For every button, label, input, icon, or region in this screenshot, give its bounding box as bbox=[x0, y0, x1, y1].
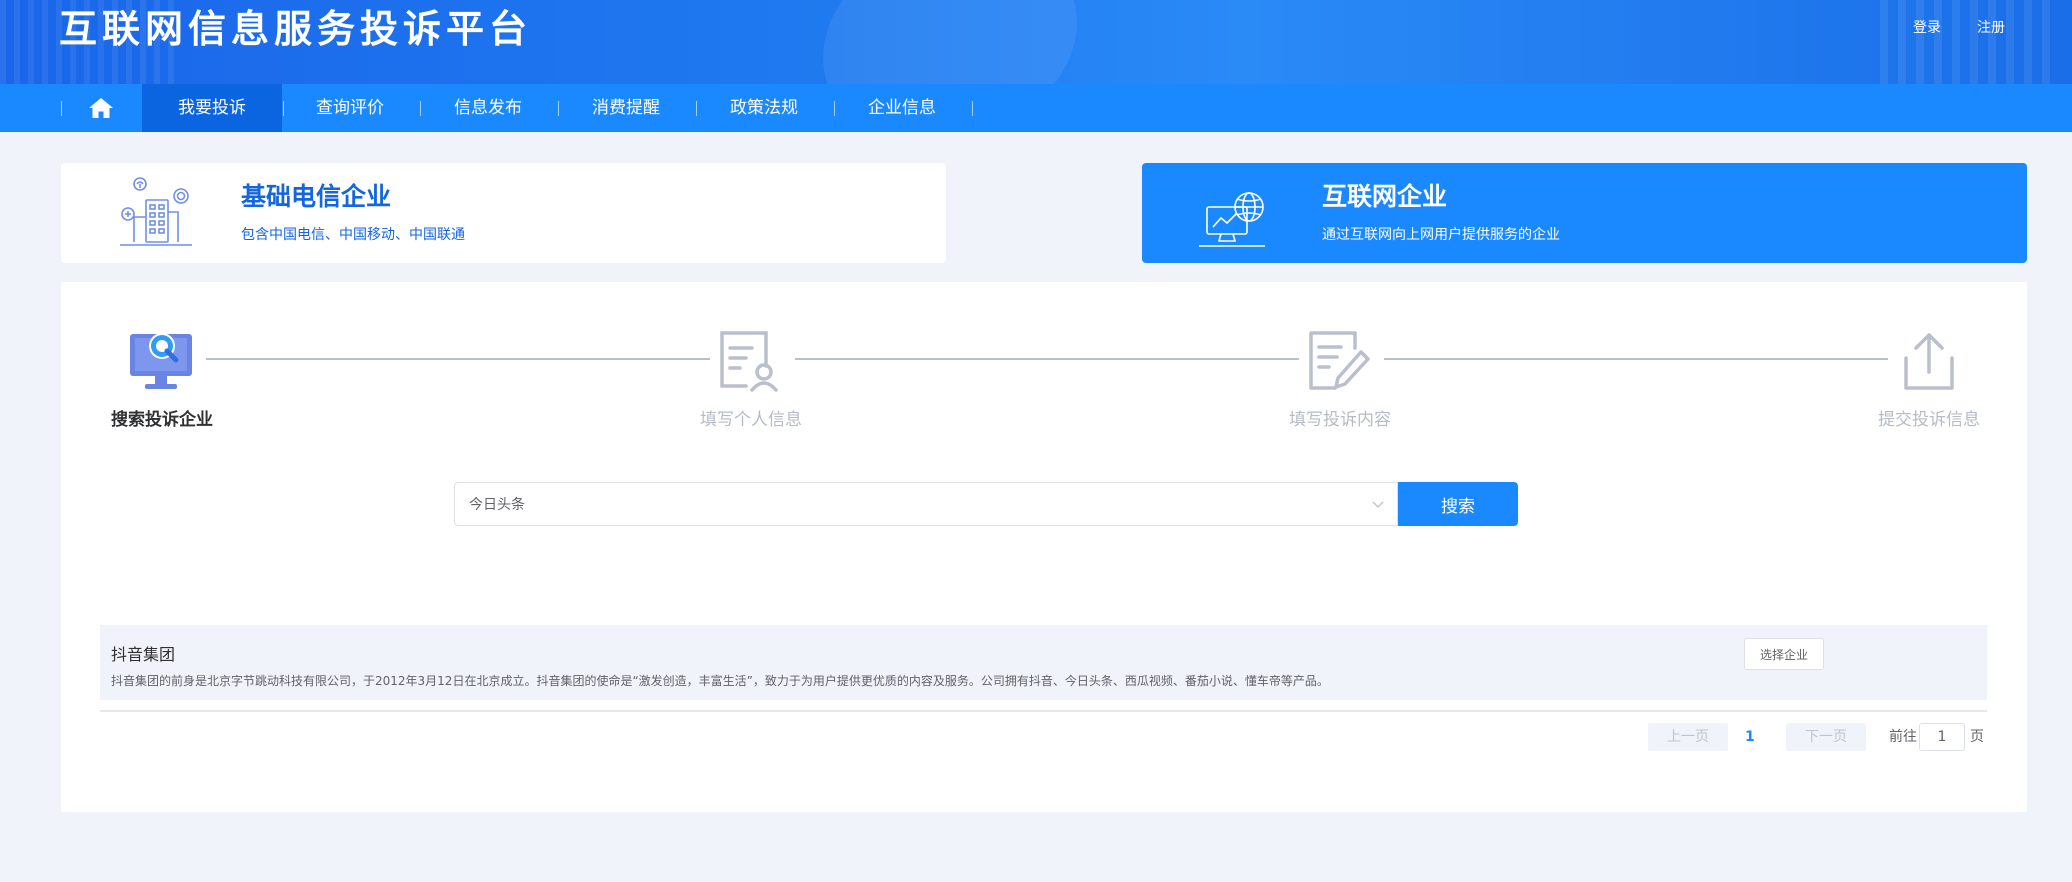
step-connector bbox=[1384, 358, 1888, 360]
current-page[interactable]: 1 bbox=[1745, 723, 1755, 751]
telecom-building-icon bbox=[120, 177, 192, 246]
step-label-personal: 填写个人信息 bbox=[700, 410, 802, 430]
step-label-content: 填写投诉内容 bbox=[1289, 410, 1391, 430]
banner-decoration bbox=[793, 0, 1107, 84]
divider bbox=[100, 710, 1987, 712]
category-card-internet[interactable]: 互联网企业 通过互联网向上网用户提供服务的企业 bbox=[1142, 163, 2027, 263]
nav-item-consumer-alert[interactable]: 消费提醒 bbox=[566, 84, 686, 132]
edit-document-icon bbox=[1309, 331, 1370, 390]
goto-suffix: 页 bbox=[1970, 729, 1984, 745]
nav-item-company-info[interactable]: 企业信息 bbox=[842, 84, 962, 132]
internet-monitor-globe-icon bbox=[1199, 192, 1265, 247]
result-company-name: 抖音集团 bbox=[111, 645, 176, 664]
nav-separator bbox=[283, 101, 284, 116]
category-card-telecom[interactable]: 基础电信企业 包含中国电信、中国移动、中国联通 bbox=[61, 163, 946, 263]
prev-page-button[interactable]: 上一页 bbox=[1648, 723, 1728, 751]
nav-item-complaint[interactable]: 我要投诉 bbox=[142, 84, 282, 132]
step-label-submit: 提交投诉信息 bbox=[1878, 410, 1980, 430]
chevron-down-icon[interactable] bbox=[1371, 498, 1385, 510]
search-input[interactable] bbox=[469, 483, 1349, 525]
goto-page-input[interactable] bbox=[1919, 723, 1965, 751]
category-desc: 包含中国电信、中国移动、中国联通 bbox=[241, 227, 465, 243]
nav-separator bbox=[834, 101, 835, 116]
category-title: 互联网企业 bbox=[1322, 182, 1448, 211]
select-company-button[interactable]: 选择企业 bbox=[1744, 638, 1824, 670]
personal-info-icon bbox=[720, 331, 778, 392]
nav-separator bbox=[558, 101, 559, 116]
step-label-search: 搜索投诉企业 bbox=[111, 410, 213, 430]
nav-separator bbox=[61, 101, 62, 116]
nav-separator bbox=[972, 101, 973, 116]
goto-label: 前往 bbox=[1889, 729, 1917, 745]
nav-item-policy[interactable]: 政策法规 bbox=[704, 84, 824, 132]
header-banner: 互联网信息服务投诉平台 登录 注册 bbox=[0, 0, 2072, 84]
company-search-select[interactable] bbox=[454, 482, 1398, 526]
home-icon[interactable] bbox=[88, 97, 114, 119]
search-button[interactable]: 搜索 bbox=[1398, 482, 1518, 526]
register-link[interactable]: 注册 bbox=[1977, 17, 2005, 37]
nav-separator bbox=[696, 101, 697, 116]
banner-decoration bbox=[1880, 0, 2060, 84]
upload-icon bbox=[1904, 333, 1954, 390]
category-title: 基础电信企业 bbox=[241, 182, 392, 211]
login-link[interactable]: 登录 bbox=[1913, 17, 1941, 37]
main-nav: 我要投诉 查询评价 信息发布 消费提醒 政策法规 企业信息 bbox=[0, 84, 2072, 132]
nav-separator bbox=[420, 101, 421, 116]
search-monitor-icon bbox=[130, 333, 192, 389]
step-connector bbox=[795, 358, 1299, 360]
result-company-desc: 抖音集团的前身是北京字节跳动科技有限公司，于2012年3月12日在北京成立。抖音… bbox=[111, 674, 1329, 688]
step-connector bbox=[206, 358, 710, 360]
nav-item-query[interactable]: 查询评价 bbox=[290, 84, 410, 132]
category-desc: 通过互联网向上网用户提供服务的企业 bbox=[1322, 227, 1560, 243]
nav-item-publish[interactable]: 信息发布 bbox=[428, 84, 548, 132]
list-item: 抖音集团 抖音集团的前身是北京字节跳动科技有限公司，于2012年3月12日在北京… bbox=[100, 625, 1987, 700]
next-page-button[interactable]: 下一页 bbox=[1786, 723, 1866, 751]
complaint-panel bbox=[61, 282, 2027, 812]
site-title: 互联网信息服务投诉平台 bbox=[59, 7, 533, 51]
